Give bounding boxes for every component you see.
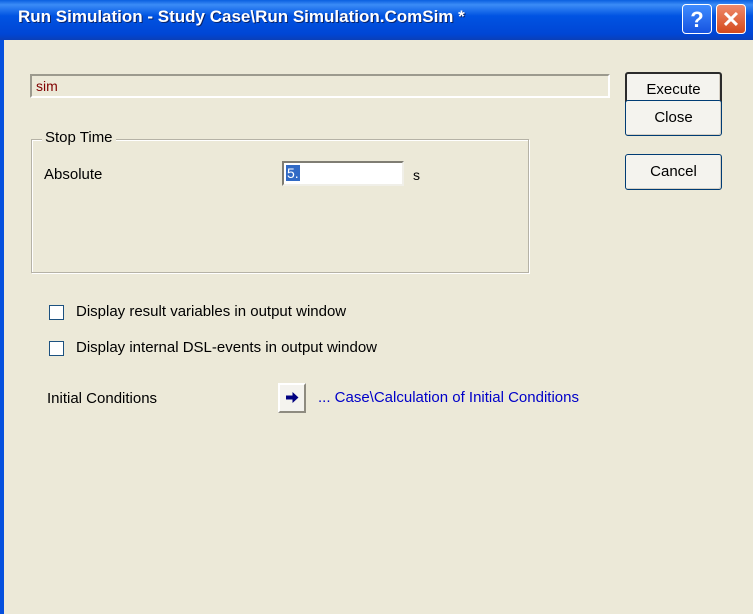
initial-conditions-link[interactable]: ... Case\Calculation of Initial Conditio… — [318, 389, 579, 406]
display-dsl-label: Display internal DSL-events in output wi… — [76, 339, 377, 356]
help-icon: ? — [690, 7, 704, 32]
display-result-checkbox[interactable] — [49, 305, 64, 320]
initial-conditions-label: Initial Conditions — [47, 390, 158, 407]
close-window-button[interactable]: ✕ — [716, 4, 746, 34]
close-icon: ✕ — [721, 7, 741, 32]
display-result-label: Display result variables in output windo… — [76, 303, 347, 320]
title-bar[interactable]: Run Simulation - Study Case\Run Simulati… — [0, 0, 753, 40]
close-button[interactable]: Close — [625, 100, 722, 136]
name-field[interactable]: sim — [30, 74, 610, 98]
initial-conditions-jump-button[interactable] — [278, 383, 306, 413]
absolute-label: Absolute — [44, 166, 103, 183]
stop-time-group-label: Stop Time — [42, 129, 116, 146]
stop-time-input[interactable]: 5. — [282, 161, 404, 186]
display-dsl-checkbox[interactable] — [49, 341, 64, 356]
cancel-button[interactable]: Cancel — [625, 154, 722, 190]
stop-time-group — [31, 139, 529, 273]
run-simulation-dialog: Run Simulation - Study Case\Run Simulati… — [0, 0, 753, 614]
right-arrow-icon — [286, 392, 299, 403]
window-title: Run Simulation - Study Case\Run Simulati… — [18, 7, 465, 26]
window-border — [0, 40, 4, 614]
stop-time-value: 5. — [286, 165, 300, 181]
help-button[interactable]: ? — [682, 4, 712, 34]
stop-time-unit: s — [413, 167, 420, 183]
